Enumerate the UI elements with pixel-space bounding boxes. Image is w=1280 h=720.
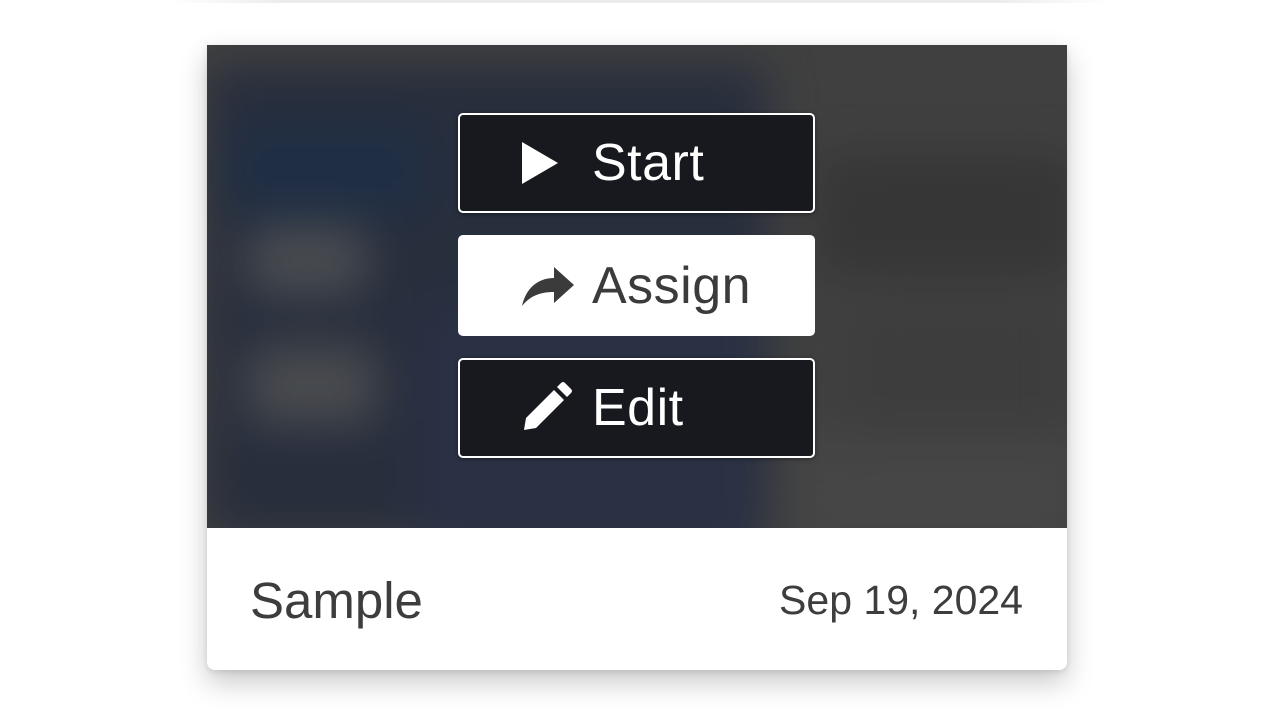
top-divider	[170, 0, 1110, 3]
action-menu: Start Assign Edit	[458, 113, 815, 480]
play-icon	[520, 138, 578, 188]
share-arrow-icon	[520, 261, 578, 311]
assign-label: Assign	[592, 256, 752, 315]
assign-button[interactable]: Assign	[458, 235, 815, 336]
start-button[interactable]: Start	[458, 113, 815, 213]
page: Start Assign Edit Sample Sep 19, 2024	[0, 0, 1280, 720]
edit-label: Edit	[592, 379, 684, 437]
card-title: Sample	[250, 572, 423, 629]
start-label: Start	[592, 134, 705, 192]
card-thumbnail[interactable]: Start Assign Edit	[207, 45, 1067, 528]
edit-button[interactable]: Edit	[458, 358, 815, 458]
card-date: Sep 19, 2024	[779, 577, 1023, 623]
pencil-icon	[520, 382, 578, 433]
